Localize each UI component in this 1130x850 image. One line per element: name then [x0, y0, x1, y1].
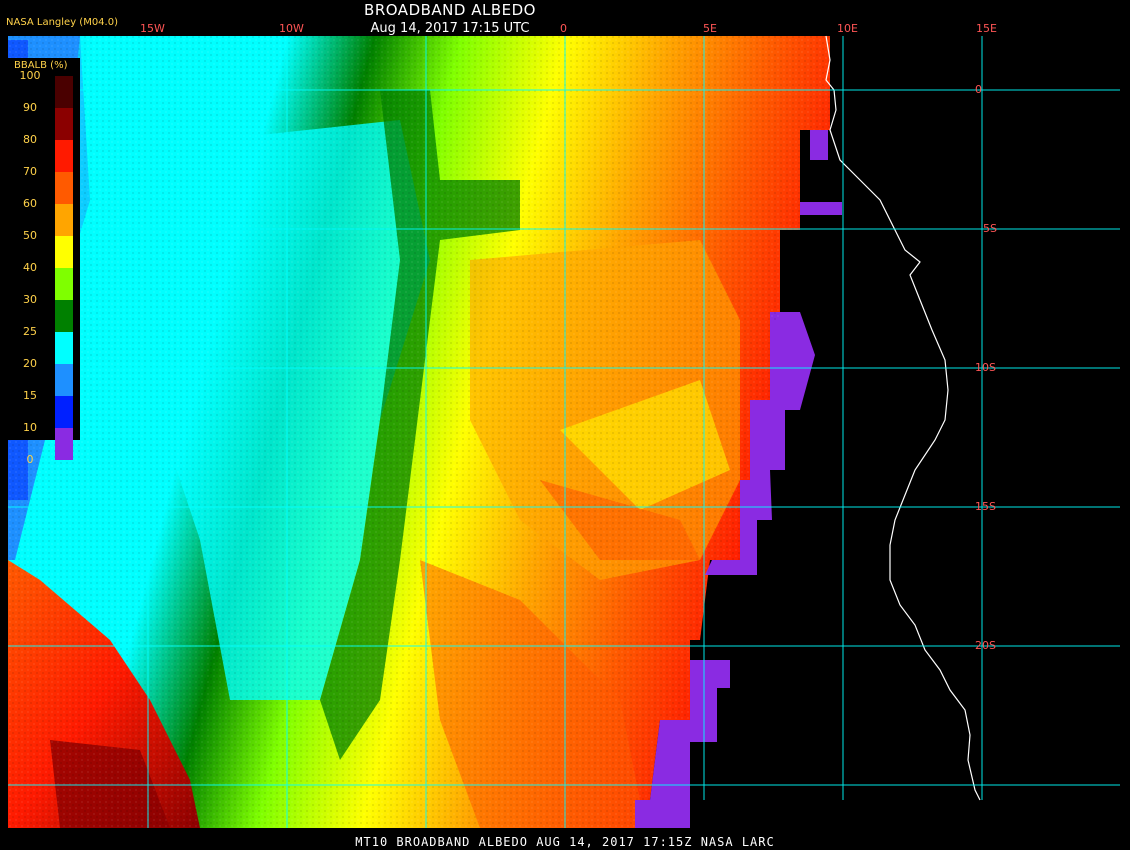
legend-label: 60 [23, 197, 37, 210]
source-label: NASA Langley (M04.0) [6, 17, 118, 28]
legend-item: 40 [8, 252, 80, 300]
legend-item: 15 [8, 380, 80, 428]
legend-label: 100 [19, 69, 41, 82]
legend-item: 80 [8, 124, 80, 172]
legend-label: 30 [23, 293, 37, 306]
map-timestamp: Aug 14, 2017 17:15 UTC [370, 21, 530, 36]
legend-item: 90 [8, 92, 80, 140]
lat-label-0: 0 [975, 83, 982, 96]
legend-label: 15 [23, 389, 37, 402]
legend-item: 70 [8, 156, 80, 204]
lat-label-10s: 10S [975, 361, 996, 374]
legend-item: 10 [8, 412, 80, 460]
legend-label: 50 [23, 229, 37, 242]
legend-label: 0 [26, 453, 34, 466]
coastline [825, 35, 981, 801]
lon-label-15e: 15E [976, 22, 997, 35]
lat-label-15s: 15S [975, 500, 996, 513]
legend-item: 50 [8, 220, 80, 268]
lon-label-15w: 15W [140, 22, 165, 35]
lon-label-10w: 10W [279, 22, 304, 35]
lat-label-5s: 5S [983, 222, 997, 235]
legend-item: 30 [8, 284, 80, 332]
lon-label-5e: 5E [703, 22, 717, 35]
legend-label: 70 [23, 165, 37, 178]
footer-caption: MT10 BROADBAND ALBEDO AUG 14, 2017 17:15… [355, 835, 775, 849]
legend-item: 0 [8, 444, 80, 476]
albedo-map [8, 35, 1120, 828]
legend-label: 40 [23, 261, 37, 274]
lat-label-20s: 20S [975, 639, 996, 652]
albedo-legend: BBALB (%) 100 90 80 70 60 50 40 30 25 20 15 10 0 [8, 58, 80, 466]
lon-label-0: 0 [560, 22, 567, 35]
legend-label: 25 [23, 325, 37, 338]
legend-label: 10 [23, 421, 37, 434]
legend-item: 60 [8, 188, 80, 236]
legend-item: 20 [8, 348, 80, 396]
legend-item: 100 [8, 60, 80, 108]
legend-label: 90 [23, 101, 37, 114]
map-title: BROADBAND ALBEDO [364, 1, 536, 19]
legend-label: 20 [23, 357, 37, 370]
legend-item: 25 [8, 316, 80, 364]
albedo-field [8, 36, 842, 828]
legend-label: 80 [23, 133, 37, 146]
lon-label-10e: 10E [837, 22, 858, 35]
